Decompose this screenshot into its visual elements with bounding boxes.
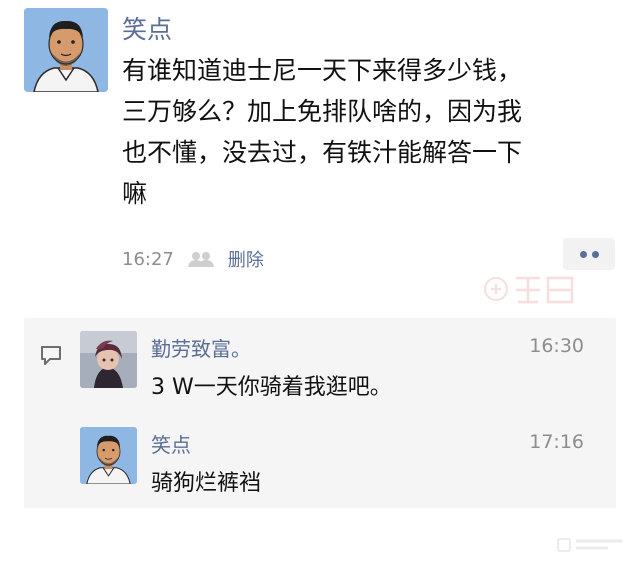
man-avatar-icon [24, 8, 108, 92]
comment-text[interactable]: 3 W一天你骑着我逛吧。 [151, 369, 392, 401]
watermark-logo [484, 276, 574, 304]
delete-button[interactable]: 删除 [228, 246, 264, 272]
post-author-avatar[interactable] [24, 8, 108, 92]
comments-panel: 勤劳致富。 16:30 3 W一天你骑着我逛吧。 笑点 17:16 骑狗烂裤裆 [24, 318, 616, 508]
comment-text[interactable]: 骑狗烂裤裆 [151, 465, 261, 497]
commenter-avatar[interactable] [80, 331, 137, 388]
people-icon [187, 252, 214, 267]
comment-time: 17:16 [529, 431, 584, 453]
comment-item: 笑点 17:16 骑狗烂裤裆 [80, 427, 616, 496]
more-dots-icon [592, 251, 599, 258]
comment-author[interactable]: 笑点 [151, 429, 191, 458]
post-text: 有谁知道迪士尼一天下来得多少钱， 三万够么？加上免排队啥的，因为我 也不懂，没去… [122, 56, 523, 208]
comment-time: 16:30 [529, 335, 584, 357]
post-time: 16:27 [122, 248, 174, 270]
more-dots-icon [580, 251, 587, 258]
anime-avatar-icon [80, 331, 137, 388]
post-meta-row: 16:27 删除 [122, 246, 264, 272]
post-author-name[interactable]: 笑点 [122, 10, 172, 46]
comment-item: 勤劳致富。 16:30 3 W一天你骑着我逛吧。 [80, 331, 616, 400]
commenter-avatar[interactable] [80, 427, 137, 484]
man-avatar-icon [80, 427, 137, 484]
comment-author[interactable]: 勤劳致富。 [151, 333, 251, 362]
comment-icon [41, 346, 61, 365]
more-button[interactable] [563, 238, 615, 270]
corner-watermark [557, 538, 622, 552]
